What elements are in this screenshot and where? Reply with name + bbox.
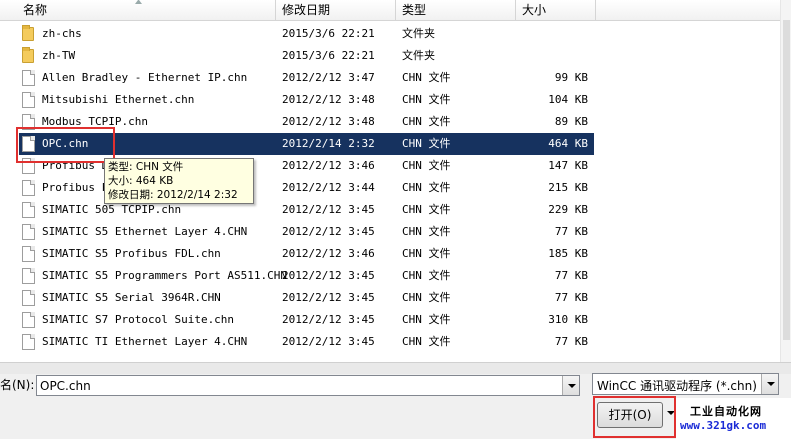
column-size-header[interactable]: 大小 bbox=[516, 0, 596, 21]
file-name: zh-TW bbox=[42, 49, 76, 62]
vertical-scrollbar[interactable] bbox=[780, 0, 791, 362]
file-name: zh-chs bbox=[42, 27, 82, 40]
file-type: CHN 文件 bbox=[402, 181, 451, 194]
file-icon bbox=[22, 70, 35, 86]
file-icon bbox=[22, 246, 35, 262]
file-type: CHN 文件 bbox=[402, 269, 451, 282]
file-type: 文件夹 bbox=[402, 49, 435, 62]
file-date: 2012/2/14 2:32 bbox=[282, 137, 375, 150]
watermark-title: 工业自动化网 bbox=[690, 405, 762, 418]
highlight-box-open-button bbox=[593, 396, 676, 438]
file-icon bbox=[22, 180, 35, 196]
file-row[interactable]: SIMATIC S5 Profibus FDL.chn 2012/2/12 3:4… bbox=[19, 243, 594, 265]
file-type: CHN 文件 bbox=[402, 137, 451, 150]
file-date: 2012/2/12 3:45 bbox=[282, 313, 375, 326]
file-date: 2012/2/12 3:45 bbox=[282, 335, 375, 348]
file-date: 2012/2/12 3:45 bbox=[282, 291, 375, 304]
file-date: 2015/3/6 22:21 bbox=[282, 49, 375, 62]
file-size: 215 KB bbox=[548, 181, 588, 194]
column-type-header[interactable]: 类型 bbox=[396, 0, 516, 21]
file-type: CHN 文件 bbox=[402, 159, 451, 172]
filename-field[interactable] bbox=[36, 375, 580, 396]
file-size: 89 KB bbox=[554, 115, 588, 128]
file-row[interactable]: SIMATIC S5 Ethernet Layer 4.CHN 2012/2/12… bbox=[19, 221, 594, 243]
filetype-select[interactable]: WinCC 通讯驱动程序 (*.chn) bbox=[592, 373, 779, 395]
file-size: 310 KB bbox=[548, 313, 588, 326]
file-date: 2012/2/12 3:48 bbox=[282, 93, 375, 106]
highlight-box-selected-file bbox=[16, 127, 115, 163]
file-icon bbox=[22, 202, 35, 218]
file-row[interactable]: Allen Bradley - Ethernet IP.chn 2012/2/12… bbox=[19, 67, 594, 89]
file-type: CHN 文件 bbox=[402, 115, 451, 128]
file-row[interactable]: zh-chs 2015/3/6 22:21 文件夹 bbox=[19, 23, 594, 45]
file-size: 77 KB bbox=[554, 225, 588, 238]
folder-icon bbox=[22, 47, 34, 63]
watermark-logo: 工业自动化网 www.321gk.com bbox=[676, 398, 791, 439]
filename-label: 名(N): bbox=[0, 378, 35, 392]
file-date: 2012/2/12 3:45 bbox=[282, 203, 375, 216]
file-row[interactable]: SIMATIC S5 Programmers Port AS511.CHN 201… bbox=[19, 265, 594, 287]
folder-icon bbox=[22, 25, 34, 41]
file-date: 2012/2/12 3:46 bbox=[282, 159, 375, 172]
file-size: 185 KB bbox=[548, 247, 588, 260]
file-date: 2012/2/12 3:45 bbox=[282, 269, 375, 282]
file-name: SIMATIC S5 Profibus FDL.chn bbox=[42, 247, 221, 260]
tooltip-type: 类型: CHN 文件 bbox=[108, 161, 184, 173]
filename-input[interactable] bbox=[40, 377, 560, 394]
file-icon bbox=[22, 290, 35, 306]
file-icon bbox=[22, 92, 35, 108]
file-size: 464 KB bbox=[548, 137, 588, 150]
file-type: CHN 文件 bbox=[402, 71, 451, 84]
scrollbar-thumb[interactable] bbox=[783, 20, 790, 340]
file-row[interactable]: SIMATIC S7 Protocol Suite.chn 2012/2/12 3… bbox=[19, 309, 594, 331]
file-name: Mitsubishi Ethernet.chn bbox=[42, 93, 195, 106]
file-name: Allen Bradley - Ethernet IP.chn bbox=[42, 71, 248, 84]
filetype-dropdown-button[interactable] bbox=[761, 374, 778, 394]
file-type: CHN 文件 bbox=[402, 291, 451, 304]
file-type: CHN 文件 bbox=[402, 335, 451, 348]
tooltip-date: 修改日期: 2012/2/14 2:32 bbox=[108, 189, 238, 201]
file-icon bbox=[22, 312, 35, 328]
file-name: SIMATIC S5 Ethernet Layer 4.CHN bbox=[42, 225, 248, 238]
file-type: CHN 文件 bbox=[402, 247, 451, 260]
file-row[interactable]: SIMATIC TI Ethernet Layer 4.CHN 2012/2/12… bbox=[19, 331, 594, 353]
file-info-tooltip: 类型: CHN 文件 大小: 464 KB 修改日期: 2012/2/14 2:… bbox=[104, 158, 254, 204]
file-type: CHN 文件 bbox=[402, 225, 451, 238]
file-type: CHN 文件 bbox=[402, 203, 451, 216]
file-date: 2012/2/12 3:48 bbox=[282, 115, 375, 128]
file-name: SIMATIC S5 Programmers Port AS511.CHN bbox=[42, 269, 287, 282]
file-row[interactable]: SIMATIC S5 Serial 3964R.CHN 2012/2/12 3:4… bbox=[19, 287, 594, 309]
file-date: 2012/2/12 3:46 bbox=[282, 247, 375, 260]
file-size: 77 KB bbox=[554, 335, 588, 348]
file-icon bbox=[22, 268, 35, 284]
file-size: 77 KB bbox=[554, 291, 588, 304]
file-type: CHN 文件 bbox=[402, 313, 451, 326]
file-icon bbox=[22, 334, 35, 350]
file-type: CHN 文件 bbox=[402, 93, 451, 106]
file-size: 147 KB bbox=[548, 159, 588, 172]
file-name: SIMATIC TI Ethernet Layer 4.CHN bbox=[42, 335, 248, 348]
column-header: 名称 修改日期 类型 大小 bbox=[0, 0, 780, 21]
filename-dropdown-button[interactable] bbox=[562, 376, 579, 395]
column-date-header[interactable]: 修改日期 bbox=[276, 0, 396, 21]
column-name-header[interactable]: 名称 bbox=[0, 0, 276, 21]
file-name: SIMATIC S5 Serial 3964R.CHN bbox=[42, 291, 221, 304]
file-row[interactable]: Mitsubishi Ethernet.chn 2012/2/12 3:48 CHN… bbox=[19, 89, 594, 111]
file-row[interactable]: zh-TW 2015/3/6 22:21 文件夹 bbox=[19, 45, 594, 67]
file-date: 2012/2/12 3:45 bbox=[282, 225, 375, 238]
file-size: 104 KB bbox=[548, 93, 588, 106]
file-size: 99 KB bbox=[554, 71, 588, 84]
file-size: 229 KB bbox=[548, 203, 588, 216]
file-type: 文件夹 bbox=[402, 27, 435, 40]
filetype-selected: WinCC 通讯驱动程序 (*.chn) bbox=[597, 379, 757, 393]
tooltip-size: 大小: 464 KB bbox=[108, 175, 174, 187]
file-date: 2012/2/12 3:44 bbox=[282, 181, 375, 194]
file-icon bbox=[22, 224, 35, 240]
file-size: 77 KB bbox=[554, 269, 588, 282]
watermark-url: www.321gk.com bbox=[680, 419, 767, 432]
file-name: SIMATIC S7 Protocol Suite.chn bbox=[42, 313, 235, 326]
file-date: 2015/3/6 22:21 bbox=[282, 27, 375, 40]
file-date: 2012/2/12 3:47 bbox=[282, 71, 375, 84]
